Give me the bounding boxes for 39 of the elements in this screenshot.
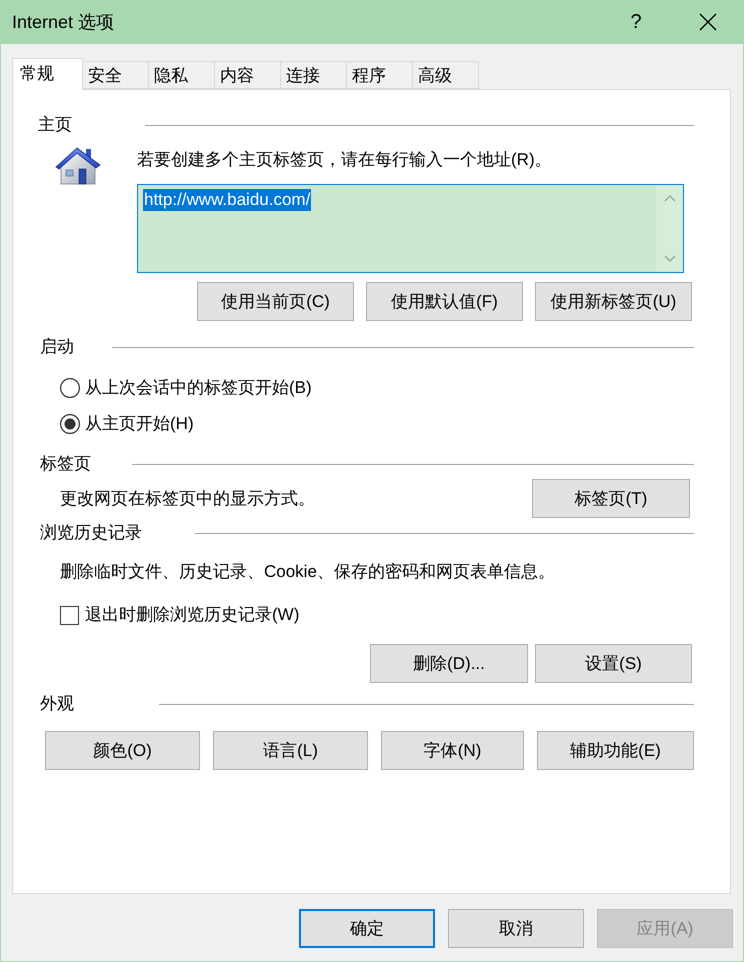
description-text: 更改网页在标签页中的显示方式。 <box>60 488 315 510</box>
radio-button[interactable] <box>60 414 80 434</box>
instruction-text: 若要创建多个主页标签页，请在每行输入一个地址(R)。 <box>137 149 553 171</box>
history-button[interactable]: 删除(D)... <box>370 644 528 683</box>
section-heading: 启动 <box>40 336 74 358</box>
address-field[interactable]: http://www.baidu.com/ <box>137 184 684 273</box>
history-button[interactable]: 设置(S) <box>535 644 692 683</box>
home-page-button[interactable]: 使用默认值(F) <box>366 282 523 321</box>
dialog-button[interactable]: 取消 <box>448 909 584 948</box>
radio-button[interactable] <box>60 378 80 398</box>
radio-label[interactable]: 从主页开始(H) <box>85 412 194 436</box>
house-icon <box>55 146 101 186</box>
close-icon[interactable] <box>699 13 717 31</box>
appearance-button[interactable]: 字体(N) <box>381 731 524 770</box>
home-page-button[interactable]: 使用新标签页(U) <box>535 282 692 321</box>
section-heading: 外观 <box>40 693 74 715</box>
help-button[interactable]: ? <box>613 0 659 44</box>
appearance-button[interactable]: 辅助功能(E) <box>537 731 694 770</box>
section-heading: 主页 <box>38 114 72 136</box>
home-page-button[interactable]: 使用当前页(C) <box>197 282 354 321</box>
address-text: http://www.baidu.com/ <box>143 189 312 211</box>
appearance-button[interactable]: 颜色(O) <box>45 731 200 770</box>
section-heading: 标签页 <box>40 453 91 475</box>
window-title: Internet 选项 <box>12 11 114 34</box>
tab[interactable]: 内容 <box>214 61 281 89</box>
tab[interactable]: 连接 <box>280 61 347 89</box>
tab[interactable]: 高级 <box>412 61 479 89</box>
dialog-button[interactable]: 确定 <box>299 909 435 948</box>
tabs-button[interactable]: 标签页(T) <box>532 479 690 518</box>
tab[interactable]: 常规 <box>12 58 83 90</box>
radio-label[interactable]: 从上次会话中的标签页开始(B) <box>85 376 312 400</box>
checkbox-label[interactable]: 退出时删除浏览历史记录(W) <box>85 603 300 627</box>
appearance-button[interactable]: 语言(L) <box>213 731 368 770</box>
tab[interactable]: 程序 <box>346 61 413 89</box>
description-text: 删除临时文件、历史记录、Cookie、保存的密码和网页表单信息。 <box>60 561 556 583</box>
tab[interactable]: 隐私 <box>148 61 215 89</box>
checkbox[interactable] <box>60 606 79 624</box>
tab[interactable]: 安全 <box>82 61 149 89</box>
section-heading: 浏览历史记录 <box>40 522 142 544</box>
